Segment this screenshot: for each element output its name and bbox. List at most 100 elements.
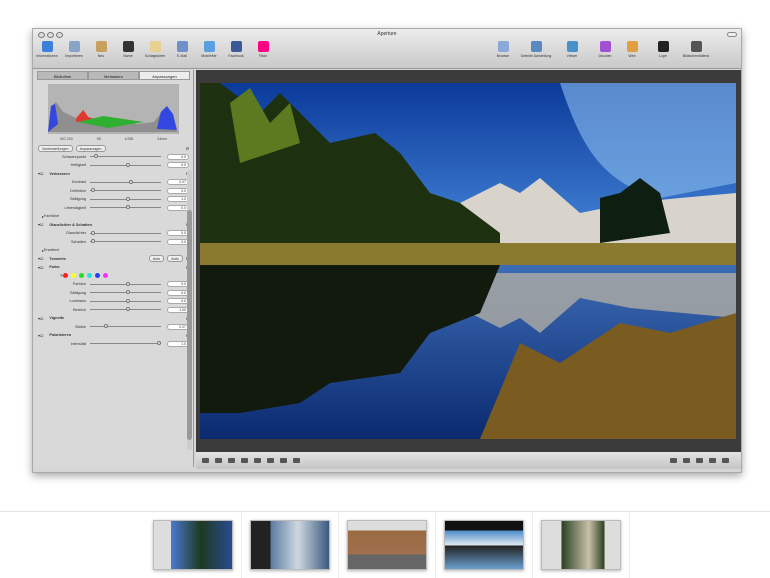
thumbnail[interactable] <box>436 512 533 578</box>
adjustment-slider[interactable] <box>90 205 161 210</box>
inspector-scrollbar[interactable] <box>187 170 192 450</box>
toolbar-button-keywords[interactable]: Schlagwörter <box>140 41 170 58</box>
adjustment-slider[interactable] <box>90 179 161 184</box>
slider-thumb[interactable] <box>91 230 96 235</box>
section-header[interactable]: ▾☑TonwerteAutoAuto⚙ <box>34 255 193 264</box>
adjustment-slider[interactable] <box>90 290 161 295</box>
view-mode-icon[interactable] <box>670 458 677 463</box>
value-field[interactable]: 0.0 <box>167 187 189 194</box>
value-field[interactable]: 0.0 <box>167 238 189 245</box>
slider-thumb[interactable] <box>125 290 130 295</box>
toolbar-button-info[interactable]: Informationen <box>32 41 62 58</box>
value-field[interactable]: 1.00 <box>167 306 189 313</box>
subsection-toggle[interactable]: ▸ Erweitert <box>34 246 193 255</box>
adjustment-slider[interactable] <box>90 239 161 244</box>
section-header[interactable]: ▾☑Farbe⚙ <box>34 263 193 272</box>
value-field[interactable]: 0.0 <box>167 289 189 296</box>
toolbar-button-new-album[interactable]: Neu <box>86 41 116 58</box>
toolbar-button-faces[interactable]: Name <box>113 41 143 58</box>
adjustment-slider[interactable] <box>90 154 161 159</box>
lift-stamp-icon[interactable] <box>293 458 300 463</box>
section-header[interactable]: ▾☑Verbessern⚙ <box>34 170 193 179</box>
adjustment-slider[interactable] <box>90 196 161 201</box>
color-swatch[interactable] <box>79 273 85 279</box>
color-swatch[interactable] <box>63 273 69 279</box>
presets-dropdown[interactable]: Voreinstellungen <box>38 144 73 152</box>
value-field[interactable]: 1.0 <box>167 196 189 203</box>
rotate-right-icon[interactable] <box>228 458 235 463</box>
toolbar-button-viewer[interactable]: Viewer <box>557 41 587 58</box>
color-swatch[interactable] <box>95 273 101 279</box>
rotate-left-icon[interactable] <box>215 458 222 463</box>
value-field[interactable]: 0.0 <box>167 162 189 169</box>
slider-thumb[interactable] <box>125 307 130 312</box>
filmstrip-icon[interactable] <box>683 458 690 463</box>
toolbar-button-email[interactable]: E-Mail <box>167 41 197 58</box>
value-field[interactable]: 0.0 <box>167 298 189 305</box>
toolbar-button-facebook[interactable]: Facebook <box>221 41 251 58</box>
slider-thumb[interactable] <box>125 281 130 286</box>
adjustment-slider[interactable] <box>90 188 161 193</box>
slider-thumb[interactable] <box>125 205 130 210</box>
tab-adjustments[interactable]: Anpassungen <box>139 71 190 80</box>
toolbar-button-loupe[interactable]: Lupe <box>648 41 678 58</box>
subsection-toggle[interactable]: ▸ Farbtöne <box>34 212 193 221</box>
thumbnail[interactable] <box>533 512 630 578</box>
value-field[interactable]: 0.0 <box>167 153 189 160</box>
adjustment-slider[interactable] <box>90 162 161 167</box>
adjustment-slider[interactable] <box>90 341 162 346</box>
toolbar-button-split-view[interactable]: Geteilte Darstellung <box>521 41 551 58</box>
value-field[interactable]: 0.07 <box>167 179 189 186</box>
toolbar-button-import-arrow[interactable]: Importieren <box>59 41 89 58</box>
adjustment-slider[interactable] <box>90 307 161 312</box>
auto-levels-button[interactable]: Auto <box>148 255 165 263</box>
adjustment-slider[interactable] <box>90 298 161 303</box>
tab-metadata[interactable]: Metadaten <box>88 71 139 80</box>
crop-icon[interactable] <box>254 458 261 463</box>
slider-thumb[interactable] <box>104 324 109 329</box>
retouch-icon[interactable] <box>280 458 287 463</box>
fullscreen-icon[interactable] <box>722 458 729 463</box>
slider-thumb[interactable] <box>125 162 130 167</box>
value-field[interactable]: 0.0 <box>167 281 189 288</box>
slider-thumb[interactable] <box>157 341 162 346</box>
slider-thumb[interactable] <box>91 239 96 244</box>
badge-icon[interactable] <box>696 458 703 463</box>
thumbnail[interactable] <box>145 512 242 578</box>
toolbar-button-mobileme[interactable]: MobileMe <box>194 41 224 58</box>
thumbnail[interactable] <box>242 512 339 578</box>
color-swatch[interactable] <box>87 273 93 279</box>
value-field[interactable]: 0.27 <box>167 323 189 330</box>
gear-icon[interactable]: ⚙ <box>186 146 189 151</box>
toolbar-button-fullscreen[interactable]: Bildschirmfüllend <box>681 41 711 58</box>
toolbar-button-flickr[interactable]: Flickr <box>248 41 278 58</box>
value-field[interactable]: 0.0 <box>167 230 189 237</box>
toolbar-button-web[interactable]: Web <box>617 41 647 58</box>
slider-thumb[interactable] <box>93 154 98 159</box>
selection-tool-icon[interactable] <box>202 458 209 463</box>
slider-thumb[interactable] <box>125 298 130 303</box>
toolbar-button-print[interactable]: Drucken <box>590 41 620 58</box>
slider-thumb[interactable] <box>129 179 134 184</box>
slider-thumb[interactable] <box>91 188 96 193</box>
section-header[interactable]: ▾☑Polarisieren⚙ <box>34 331 193 340</box>
value-field[interactable]: 1.0 <box>167 340 189 347</box>
red-eye-icon[interactable] <box>267 458 274 463</box>
adjustment-slider[interactable] <box>90 281 161 286</box>
thumbnail[interactable] <box>339 512 436 578</box>
toolbar-toggle-button[interactable] <box>727 32 737 37</box>
straighten-icon[interactable] <box>241 458 248 463</box>
main-photo[interactable] <box>200 83 736 439</box>
toolbar-button-browser[interactable]: Browser <box>488 41 518 58</box>
section-header[interactable]: ▾☑Vignette⚙ <box>34 314 193 323</box>
metadata-overlay-icon[interactable] <box>709 458 716 463</box>
color-swatch[interactable] <box>71 273 77 279</box>
slider-thumb[interactable] <box>125 196 130 201</box>
tab-library[interactable]: Bibliothek <box>37 71 88 80</box>
adjustments-dropdown[interactable]: Anpassungen <box>75 144 106 152</box>
auto-levels-rgb-button[interactable]: Auto <box>167 255 183 263</box>
value-field[interactable]: 0.0 <box>167 204 189 211</box>
section-header[interactable]: ▾☑Glanzlichter & Schatten⚙ <box>34 221 193 230</box>
adjustment-slider[interactable] <box>90 230 161 235</box>
color-swatch[interactable] <box>103 273 109 279</box>
